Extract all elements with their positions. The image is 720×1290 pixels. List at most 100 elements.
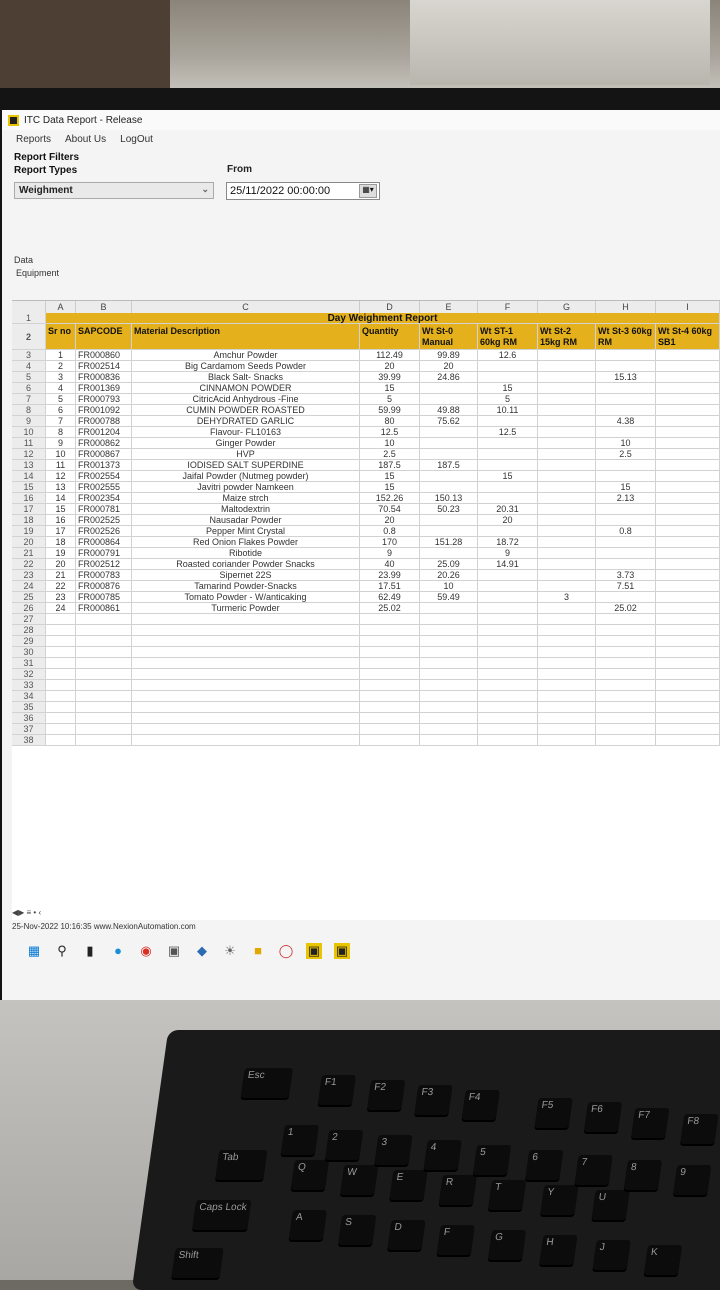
app-icon-gray[interactable]: ☀: [222, 943, 238, 959]
table-cell[interactable]: FR002554: [76, 471, 132, 482]
table-cell[interactable]: [46, 702, 76, 713]
table-cell[interactable]: Red Onion Flakes Powder: [132, 537, 360, 548]
table-cell[interactable]: 15: [360, 471, 420, 482]
table-cell[interactable]: [360, 691, 420, 702]
row-number[interactable]: 10: [12, 427, 46, 438]
table-cell[interactable]: 49.88: [420, 405, 478, 416]
table-cell[interactable]: 99.89: [420, 350, 478, 361]
table-cell[interactable]: FR002555: [76, 482, 132, 493]
table-cell[interactable]: 10: [420, 581, 478, 592]
table-cell[interactable]: [478, 713, 538, 724]
table-cell[interactable]: 187.5: [420, 460, 478, 471]
table-cell[interactable]: 10: [360, 438, 420, 449]
table-cell[interactable]: [46, 669, 76, 680]
table-cell[interactable]: [596, 471, 656, 482]
table-cell[interactable]: Maize strch: [132, 493, 360, 504]
table-cell[interactable]: Sipernet 22S: [132, 570, 360, 581]
table-cell[interactable]: 15: [478, 383, 538, 394]
table-cell[interactable]: 0.8: [360, 526, 420, 537]
table-cell[interactable]: [538, 614, 596, 625]
table-cell[interactable]: [46, 680, 76, 691]
row-number[interactable]: 30: [12, 647, 46, 658]
table-cell[interactable]: [478, 658, 538, 669]
table-cell[interactable]: [538, 482, 596, 493]
table-cell[interactable]: Ginger Powder: [132, 438, 360, 449]
table-cell[interactable]: [360, 658, 420, 669]
row-number[interactable]: 29: [12, 636, 46, 647]
table-cell[interactable]: 7.51: [596, 581, 656, 592]
table-cell[interactable]: FR002526: [76, 526, 132, 537]
table-cell[interactable]: [538, 350, 596, 361]
table-cell[interactable]: [596, 724, 656, 735]
table-cell[interactable]: [478, 372, 538, 383]
table-cell[interactable]: [656, 724, 720, 735]
table-cell[interactable]: FR001373: [76, 460, 132, 471]
table-cell[interactable]: FR000876: [76, 581, 132, 592]
row-number[interactable]: 26: [12, 603, 46, 614]
table-cell[interactable]: 25.02: [596, 603, 656, 614]
table-cell[interactable]: 12.5: [360, 427, 420, 438]
sheet-corner[interactable]: [12, 301, 46, 313]
table-cell[interactable]: [656, 383, 720, 394]
table-cell[interactable]: 151.28: [420, 537, 478, 548]
table-cell[interactable]: [656, 482, 720, 493]
table-cell[interactable]: 25.02: [360, 603, 420, 614]
table-cell[interactable]: [478, 526, 538, 537]
row-number[interactable]: 28: [12, 625, 46, 636]
app-icon-red[interactable]: ◯: [278, 943, 294, 959]
menu-reports[interactable]: Reports: [16, 134, 51, 145]
table-cell[interactable]: 3: [538, 592, 596, 603]
table-cell[interactable]: 12: [46, 471, 76, 482]
table-cell[interactable]: [656, 438, 720, 449]
table-cell[interactable]: [420, 691, 478, 702]
row-number[interactable]: 15: [12, 482, 46, 493]
table-cell[interactable]: 5: [46, 394, 76, 405]
table-cell[interactable]: [656, 405, 720, 416]
table-cell[interactable]: [360, 614, 420, 625]
column-header-a[interactable]: A: [46, 301, 76, 313]
table-cell[interactable]: [420, 438, 478, 449]
row-number[interactable]: 17: [12, 504, 46, 515]
itc-report-app-icon[interactable]: ▣: [306, 943, 322, 959]
row-number[interactable]: 36: [12, 713, 46, 724]
table-cell[interactable]: HVP: [132, 449, 360, 460]
table-cell[interactable]: 2.5: [360, 449, 420, 460]
table-cell[interactable]: [656, 713, 720, 724]
table-cell[interactable]: [478, 570, 538, 581]
table-cell[interactable]: [76, 680, 132, 691]
table-cell[interactable]: 15.13: [596, 372, 656, 383]
report-spreadsheet[interactable]: ABCDEFGHI 1 Day Weighment Report 2 Sr no S…: [12, 300, 720, 920]
table-cell[interactable]: [538, 515, 596, 526]
table-cell[interactable]: [656, 493, 720, 504]
column-header-c[interactable]: C: [132, 301, 360, 313]
table-cell[interactable]: [132, 713, 360, 724]
table-cell[interactable]: [132, 724, 360, 735]
table-cell[interactable]: Pepper Mint Crystal: [132, 526, 360, 537]
table-cell[interactable]: [76, 702, 132, 713]
table-cell[interactable]: [596, 713, 656, 724]
table-cell[interactable]: FR000791: [76, 548, 132, 559]
column-header-h[interactable]: H: [596, 301, 656, 313]
row-number[interactable]: 22: [12, 559, 46, 570]
table-cell[interactable]: 1: [46, 350, 76, 361]
table-cell[interactable]: [596, 460, 656, 471]
table-cell[interactable]: [656, 515, 720, 526]
table-cell[interactable]: FR002525: [76, 515, 132, 526]
table-cell[interactable]: 17.51: [360, 581, 420, 592]
table-cell[interactable]: [596, 735, 656, 746]
table-cell[interactable]: CINNAMON POWDER: [132, 383, 360, 394]
table-cell[interactable]: [76, 735, 132, 746]
row-number[interactable]: 38: [12, 735, 46, 746]
search-icon[interactable]: ⚲: [54, 943, 70, 959]
table-cell[interactable]: [538, 658, 596, 669]
table-cell[interactable]: [478, 449, 538, 460]
table-cell[interactable]: [478, 647, 538, 658]
table-cell[interactable]: [46, 647, 76, 658]
table-cell[interactable]: [478, 735, 538, 746]
table-cell[interactable]: Nausadar Powder: [132, 515, 360, 526]
table-cell[interactable]: Maltodextrin: [132, 504, 360, 515]
table-cell[interactable]: Turmeric Powder: [132, 603, 360, 614]
row-number[interactable]: 13: [12, 460, 46, 471]
column-header-b[interactable]: B: [76, 301, 132, 313]
table-cell[interactable]: [46, 724, 76, 735]
